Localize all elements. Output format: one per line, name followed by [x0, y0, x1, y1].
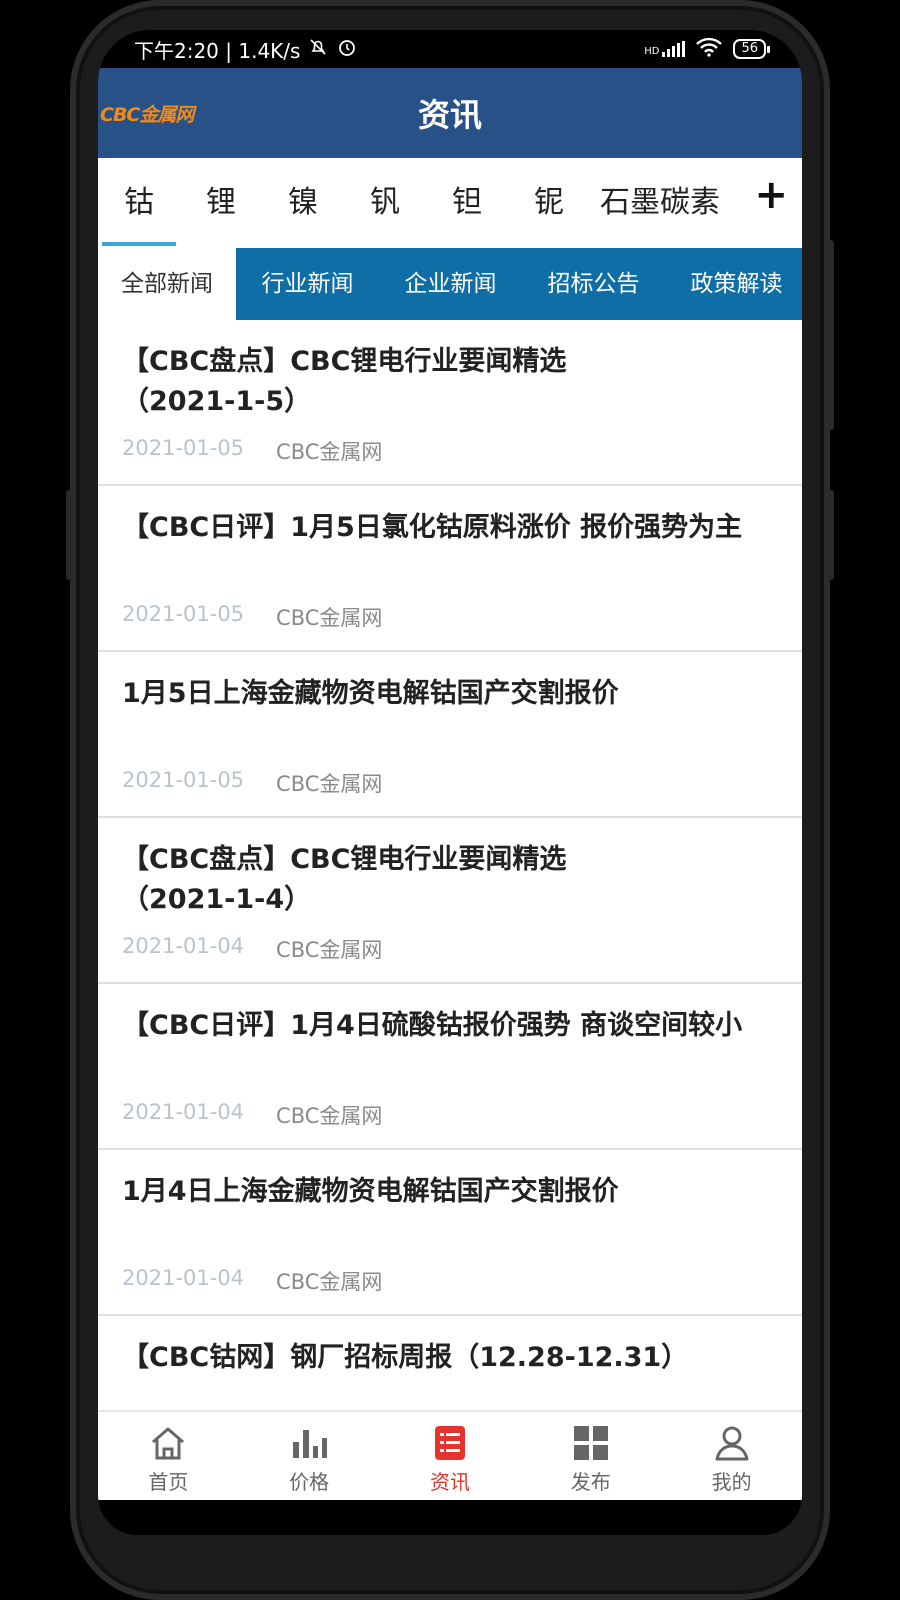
tab-niobium[interactable]: 铌: [508, 158, 590, 248]
nav-label: 资讯: [429, 1470, 470, 1494]
hd-signal-icon: HD: [644, 41, 686, 57]
tab-tender-notice[interactable]: 招标公告: [522, 248, 665, 320]
news-date: 2021-01-04: [122, 1100, 245, 1124]
home-icon: [147, 1422, 189, 1464]
bar-chart-icon: [288, 1422, 330, 1464]
tab-industry-news[interactable]: 行业新闻: [236, 248, 379, 320]
news-date: 2021-01-04: [122, 934, 245, 958]
news-title: 【CBC日评】1月5日氯化钴原料涨价 报价强势为主: [122, 512, 743, 543]
news-item[interactable]: 【CBC钴网】钢厂招标周报（12.28-12.31）: [98, 1316, 802, 1412]
nav-label: 价格: [289, 1470, 330, 1494]
screen: 下午2:20 | 1.4K/s HD 56 CBC金属网 资讯 钴 锂 镍 钒: [98, 30, 802, 1535]
tab-policy[interactable]: 政策解读: [665, 248, 802, 320]
status-time: 下午2:20 | 1.4K/s: [134, 38, 301, 63]
news-item[interactable]: 【CBC盘点】CBC锂电行业要闻精选（2021-1-4） 2021-01-04 C…: [98, 818, 802, 984]
news-item[interactable]: 1月4日上海金藏物资电解钴国产交割报价 2021-01-04 CBC金属网: [98, 1150, 802, 1316]
tab-lithium[interactable]: 锂: [180, 158, 262, 248]
nav-price[interactable]: 价格: [239, 1412, 380, 1500]
news-date: 2021-01-05: [122, 436, 245, 460]
news-source: CBC金属网: [276, 1270, 383, 1294]
page-title: 资讯: [417, 96, 482, 134]
nav-mine[interactable]: 我的: [661, 1412, 802, 1500]
tab-tantalum[interactable]: 钽: [426, 158, 508, 248]
news-title: 【CBC日评】1月4日硫酸钴报价强势 商谈空间较小: [122, 1010, 743, 1041]
news-date: 2021-01-04: [122, 1266, 245, 1290]
nav-label: 发布: [570, 1470, 611, 1494]
news-item[interactable]: 【CBC盘点】CBC锂电行业要闻精选（2021-1-5） 2021-01-05 C…: [98, 320, 802, 486]
nav-publish[interactable]: 发布: [520, 1412, 661, 1500]
news-source: CBC金属网: [276, 440, 383, 464]
news-title: 【CBC钴网】钢厂招标周报（12.28-12.31）: [122, 1342, 689, 1373]
volume-button: [66, 490, 72, 580]
alarm-icon: [336, 36, 358, 63]
side-button: [828, 240, 834, 430]
bottom-nav: 首页 价格 资讯 发布 我的: [98, 1410, 802, 1500]
gesture-bar-area: [98, 1500, 802, 1535]
wifi-icon: [695, 37, 723, 62]
logo: CBC金属网: [100, 104, 194, 126]
tab-graphite[interactable]: 石墨碳素: [590, 158, 730, 248]
news-source: CBC金属网: [276, 1104, 383, 1128]
news-item[interactable]: 【CBC日评】1月5日氯化钴原料涨价 报价强势为主 2021-01-05 CBC金…: [98, 486, 802, 652]
news-item[interactable]: 【CBC日评】1月4日硫酸钴报价强势 商谈空间较小 2021-01-04 CBC金…: [98, 984, 802, 1150]
news-source: CBC金属网: [276, 772, 383, 796]
grid-icon: [570, 1422, 612, 1464]
news-title: 【CBC盘点】CBC锂电行业要闻精选（2021-1-4）: [122, 844, 567, 915]
tab-all-news[interactable]: 全部新闻: [98, 248, 236, 320]
tab-cobalt[interactable]: 钴: [98, 158, 180, 248]
news-title: 1月4日上海金藏物资电解钴国产交割报价: [122, 1176, 619, 1207]
news-list: 【CBC盘点】CBC锂电行业要闻精选（2021-1-5） 2021-01-05 C…: [98, 320, 802, 1412]
tab-company-news[interactable]: 企业新闻: [379, 248, 522, 320]
news-date: 2021-01-05: [122, 768, 245, 792]
battery-icon: 56: [733, 39, 770, 59]
news-date: 2021-01-05: [122, 602, 245, 626]
news-source: CBC金属网: [276, 938, 383, 962]
add-tab-button[interactable]: +: [754, 172, 788, 218]
nav-label: 我的: [711, 1470, 752, 1494]
app-header: CBC金属网 资讯: [98, 68, 802, 158]
nav-home[interactable]: 首页: [98, 1412, 239, 1500]
status-bar: 下午2:20 | 1.4K/s HD 56: [98, 30, 802, 68]
tab-vanadium[interactable]: 钒: [344, 158, 426, 248]
news-item[interactable]: 1月5日上海金藏物资电解钴国产交割报价 2021-01-05 CBC金属网: [98, 652, 802, 818]
power-button: [828, 490, 834, 580]
news-icon: [429, 1422, 471, 1464]
news-title: 1月5日上海金藏物资电解钴国产交割报价: [122, 678, 619, 709]
category-tabs: 全部新闻 行业新闻 企业新闻 招标公告 政策解读: [98, 248, 802, 320]
nav-label: 首页: [148, 1470, 189, 1494]
nav-news[interactable]: 资讯: [380, 1412, 521, 1500]
metal-tabs: 钴 锂 镍 钒 钽 铌 石墨碳素 +: [98, 158, 802, 248]
mute-bell-icon: [308, 37, 328, 62]
news-title: 【CBC盘点】CBC锂电行业要闻精选（2021-1-5）: [122, 346, 567, 417]
news-source: CBC金属网: [276, 606, 383, 630]
tab-nickel[interactable]: 镍: [262, 158, 344, 248]
user-icon: [711, 1422, 753, 1464]
